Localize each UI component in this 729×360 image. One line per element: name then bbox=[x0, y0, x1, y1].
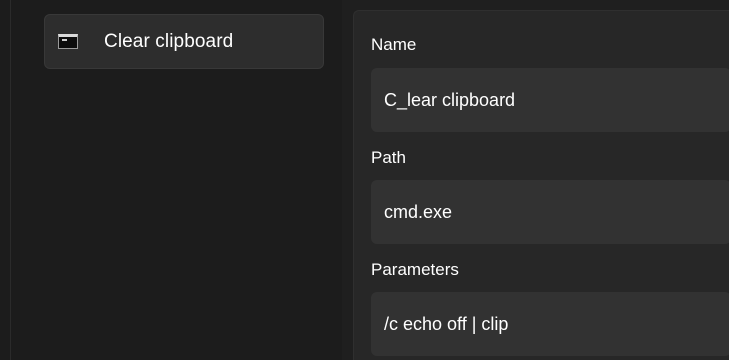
list-item-label: Clear clipboard bbox=[104, 30, 234, 52]
parameters-field[interactable]: /c echo off | clip bbox=[371, 292, 729, 356]
app-window: Clear clipboard Name C_lear clipboard Pa… bbox=[0, 0, 729, 360]
list-item-clear-clipboard[interactable]: Clear clipboard bbox=[44, 14, 324, 69]
command-prompt-icon bbox=[58, 34, 78, 49]
shortcut-list-pane: Clear clipboard bbox=[0, 0, 342, 360]
name-field[interactable]: C_lear clipboard bbox=[371, 68, 729, 132]
path-field[interactable]: cmd.exe bbox=[371, 180, 729, 244]
name-label: Name bbox=[371, 35, 417, 54]
divider bbox=[10, 0, 11, 360]
details-pane: Name C_lear clipboard Path cmd.exe Param… bbox=[353, 10, 729, 360]
path-label: Path bbox=[371, 148, 406, 167]
parameters-label: Parameters bbox=[371, 260, 459, 279]
